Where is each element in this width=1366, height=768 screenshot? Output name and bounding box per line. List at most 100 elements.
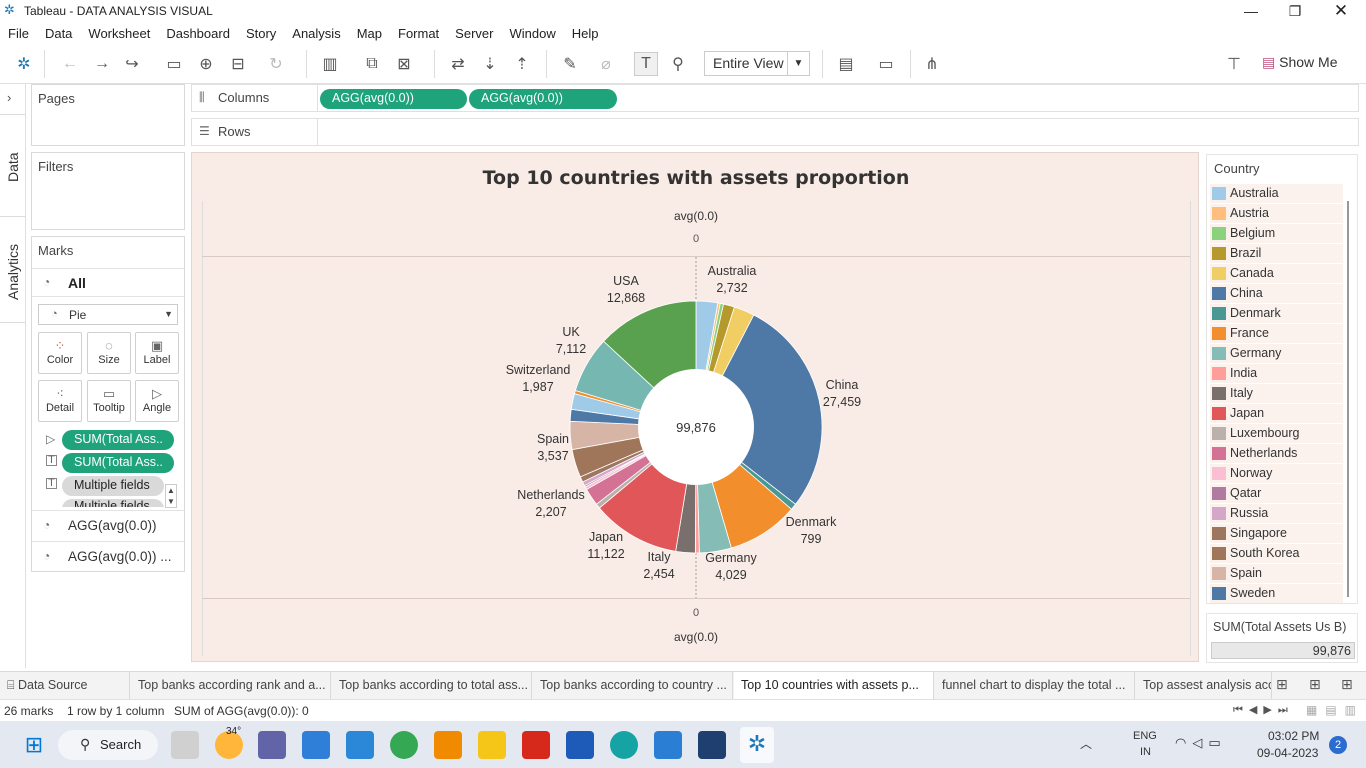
show-hidden-icons[interactable]: ︿ [1080, 735, 1092, 752]
undo-icon[interactable]: ← [58, 52, 82, 76]
tableau-home-icon[interactable]: ✲ [12, 52, 36, 76]
fit-view-select[interactable]: Entire View ▼ [704, 51, 810, 76]
sheet-tab[interactable]: Top assest analysis acco [1136, 672, 1272, 700]
legend-item[interactable]: Belgium [1210, 224, 1343, 243]
color-button[interactable]: ⁘ Color [38, 332, 82, 374]
clear-sheet-icon[interactable]: ⊠ [392, 52, 416, 76]
sheet-tab[interactable]: Top 10 countries with assets p... [734, 672, 934, 700]
sheet-tab[interactable]: funnel chart to display the total ... [935, 672, 1135, 700]
save-icon[interactable]: ▭ [162, 52, 186, 76]
legend-item[interactable]: Netherlands [1210, 444, 1343, 463]
sheet-tab[interactable]: Top banks according rank and a... [131, 672, 331, 700]
windows-start-icon[interactable]: ⊞ [20, 731, 48, 759]
legend-item[interactable]: Sweden [1210, 584, 1343, 603]
legend-item[interactable]: India [1210, 364, 1343, 383]
tooltip-button[interactable]: ▭ Tooltip [87, 380, 131, 422]
marks-agg-row-1[interactable]: ◔ AGG(avg(0.0)) [32, 510, 184, 541]
word-icon[interactable] [566, 731, 594, 759]
legend-item[interactable]: Germany [1210, 344, 1343, 363]
legend-item[interactable]: South Korea [1210, 544, 1343, 563]
columns-pill-2[interactable]: AGG(avg(0.0)) [469, 89, 617, 109]
data-side-tab[interactable]: Data [5, 152, 21, 182]
group-members-icon[interactable]: ⌀ [594, 52, 618, 76]
menu-worksheet[interactable]: Worksheet [88, 26, 150, 41]
sheet-view-icons[interactable]: ▦▤▥ [1306, 703, 1364, 717]
menu-help[interactable]: Help [572, 26, 599, 41]
detail-button[interactable]: ⁖ Detail [38, 380, 82, 422]
legend-item[interactable]: Luxembourg [1210, 424, 1343, 443]
size-button[interactable]: ◌ Size [87, 332, 131, 374]
mark-type-select[interactable]: ◔ Pie ▼ [38, 304, 178, 325]
legend-item[interactable]: Japan [1210, 404, 1343, 423]
sort-ascending-icon[interactable]: ⇣ [478, 52, 502, 76]
file-explorer-icon[interactable] [478, 731, 506, 759]
system-tray-icons[interactable]: ◠◁▭ [1175, 735, 1227, 751]
menu-data[interactable]: Data [45, 26, 72, 41]
fix-axes-icon[interactable]: ⚲ [666, 52, 690, 76]
presentation-mode-icon[interactable]: ▭ [874, 52, 898, 76]
task-view-icon[interactable] [171, 731, 199, 759]
angle-field-pill[interactable]: SUM(Total Ass.. [62, 430, 174, 450]
legend-item[interactable]: Norway [1210, 464, 1343, 483]
new-datasource-icon[interactable]: ⊕ [194, 52, 218, 76]
redo-icon[interactable]: → [90, 52, 114, 76]
minimize-button[interactable]: — [1228, 2, 1274, 22]
tableau-taskbar-icon[interactable]: ✲ [740, 727, 774, 763]
photos-icon[interactable] [654, 731, 682, 759]
pie-chart[interactable]: 99,876 Australia 2,732 China 27,459 Denmark 79… [192, 153, 1200, 663]
taskbar-search[interactable]: ⚲ Search [58, 730, 158, 760]
chrome-icon[interactable] [390, 731, 418, 759]
pages-shelf[interactable]: Pages [31, 84, 185, 146]
multiple-fields-pill-clipped[interactable]: Multiple fields [62, 499, 164, 507]
menu-analysis[interactable]: Analysis [292, 26, 340, 41]
clock-time[interactable]: 03:02 PM [1268, 729, 1319, 743]
close-button[interactable]: ✕ [1318, 2, 1364, 22]
legend-item[interactable]: Canada [1210, 264, 1343, 283]
rows-shelf[interactable]: ☰ Rows [191, 118, 1359, 146]
menu-window[interactable]: Window [509, 26, 555, 41]
legend-item[interactable]: Russia [1210, 504, 1343, 523]
columns-pill-1[interactable]: AGG(avg(0.0)) [320, 89, 467, 109]
legend-item[interactable]: Singapore [1210, 524, 1343, 543]
notepad-icon[interactable] [346, 731, 374, 759]
angle-button[interactable]: ▷ Angle [135, 380, 179, 422]
wps-icon[interactable] [522, 731, 550, 759]
legend-scrollbar[interactable] [1347, 201, 1349, 597]
menu-story[interactable]: Story [246, 26, 276, 41]
highlight-icon[interactable]: ✎ [558, 52, 582, 76]
menu-file[interactable]: File [8, 26, 29, 41]
pause-updates-icon[interactable]: ⊟ [226, 52, 250, 76]
show-cards-icon[interactable]: ▤ [834, 52, 858, 76]
legend-item[interactable]: Spain [1210, 564, 1343, 583]
refresh-icon[interactable]: ↻ [264, 52, 288, 76]
expand-icon[interactable]: › [7, 90, 11, 105]
marks-all-row[interactable]: ◔ All [32, 268, 184, 297]
new-story-tab-icon[interactable]: ⊞ [1341, 676, 1353, 693]
menu-server[interactable]: Server [455, 26, 493, 41]
replay-icon[interactable]: ↪ [120, 52, 144, 76]
edge-icon[interactable] [610, 731, 638, 759]
columns-shelf[interactable]: ⫼ Columns AGG(avg(0.0)) AGG(avg(0.0)) [191, 84, 1359, 112]
swap-rows-columns-icon[interactable]: ⇄ [446, 52, 470, 76]
label-button[interactable]: ▣ Label [135, 332, 179, 374]
sheet-tab[interactable]: Top banks according to total ass... [332, 672, 532, 700]
menu-dashboard[interactable]: Dashboard [166, 26, 230, 41]
legend-item[interactable]: China [1210, 284, 1343, 303]
new-worksheet-icon[interactable]: ▥ [318, 52, 342, 76]
show-me-button[interactable]: ▤ Show Me [1262, 54, 1337, 71]
new-dashboard-tab-icon[interactable]: ⊞ [1309, 676, 1321, 693]
show-mark-labels-icon[interactable]: T [634, 52, 658, 76]
language-primary[interactable]: ENG [1133, 730, 1157, 742]
legend-item[interactable]: Qatar [1210, 484, 1343, 503]
menu-format[interactable]: Format [398, 26, 439, 41]
sheet-tab[interactable]: Top banks according to country ... [533, 672, 733, 700]
notification-badge[interactable]: 2 [1329, 736, 1347, 754]
duplicate-sheet-icon[interactable]: ⧉ [360, 52, 384, 76]
format-workbook-icon[interactable]: ⊤ [1222, 52, 1246, 76]
sort-descending-icon[interactable]: ⇡ [510, 52, 534, 76]
marks-agg-row-2[interactable]: ◔ AGG(avg(0.0)) ... [32, 541, 184, 572]
new-worksheet-tab-icon[interactable]: ⊞ [1276, 676, 1288, 693]
legend-item[interactable]: Brazil [1210, 244, 1343, 263]
store-icon[interactable] [302, 731, 330, 759]
filters-shelf[interactable]: Filters [31, 152, 185, 230]
